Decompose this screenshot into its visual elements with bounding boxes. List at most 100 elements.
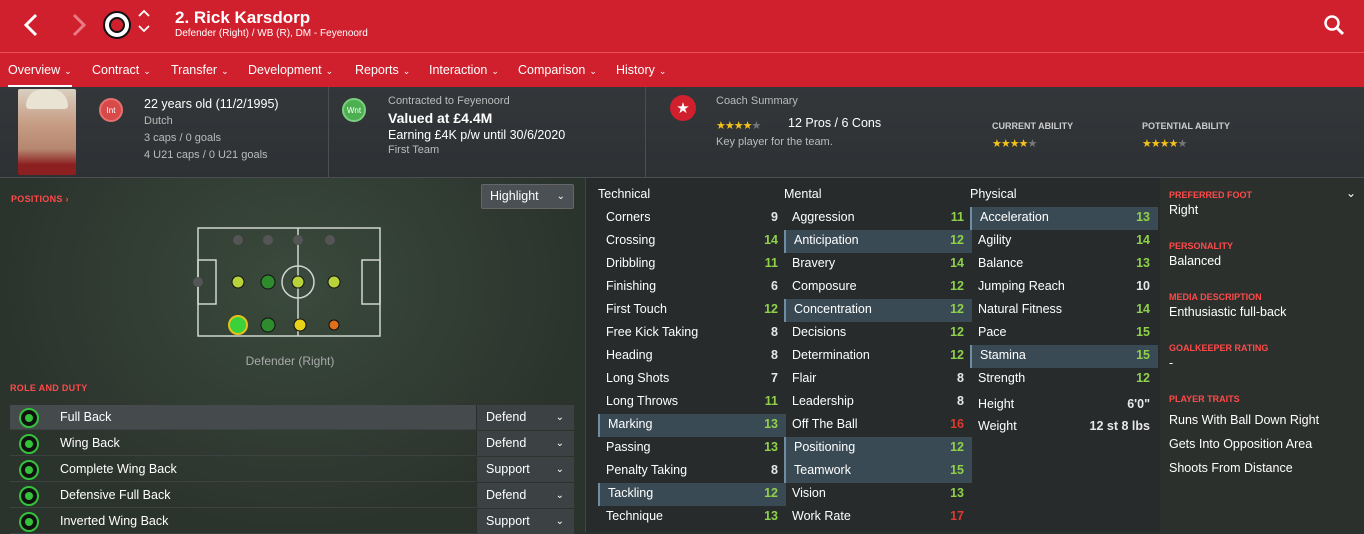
attribute-row-penalty-taking[interactable]: Penalty Taking 8 xyxy=(598,460,786,483)
attribute-row-positioning[interactable]: Positioning 12 xyxy=(784,437,972,460)
attribute-value: 11 xyxy=(764,394,778,408)
attribute-row-agility[interactable]: Agility 14 xyxy=(970,230,1158,253)
role-name: Inverted Wing Back xyxy=(60,514,169,528)
attribute-name: Composure xyxy=(792,279,857,293)
attribute-row-teamwork[interactable]: Teamwork 15 xyxy=(784,460,972,483)
attribute-row-corners[interactable]: Corners 9 xyxy=(598,207,786,230)
attribute-row-marking[interactable]: Marking 13 xyxy=(598,414,786,437)
attribute-row-leadership[interactable]: Leadership 8 xyxy=(784,391,972,414)
attribute-row-strength[interactable]: Strength 12 xyxy=(970,368,1158,391)
attribute-row-balance[interactable]: Balance 13 xyxy=(970,253,1158,276)
attribute-name: Flair xyxy=(792,371,817,385)
attribute-row-work-rate[interactable]: Work Rate 17 xyxy=(784,506,972,529)
attribute-row-crossing[interactable]: Crossing 14 xyxy=(598,230,786,253)
attribute-name: Concentration xyxy=(794,302,872,316)
attribute-name: Determination xyxy=(792,348,870,362)
attribute-row-free-kick-taking[interactable]: Free Kick Taking 8 xyxy=(598,322,786,345)
duty-dropdown[interactable]: Defend ⌄ xyxy=(476,483,574,508)
attribute-row-determination[interactable]: Determination 12 xyxy=(784,345,972,368)
attribute-value: 8 xyxy=(771,325,778,339)
attribute-name: Leadership xyxy=(792,394,854,408)
duty-dropdown[interactable]: Defend ⌄ xyxy=(476,431,574,456)
role-row[interactable]: Inverted Wing Back Support ⌄ xyxy=(10,509,574,534)
chevron-down-icon[interactable]: ⌄ xyxy=(1346,186,1356,200)
attribute-row-pace[interactable]: Pace 15 xyxy=(970,322,1158,345)
player-age: 22 years old (11/2/1995) xyxy=(144,97,279,111)
tab-development[interactable]: Development ⌄ xyxy=(248,53,333,87)
physical-heading: Physical xyxy=(970,187,1017,201)
attribute-row-first-touch[interactable]: First Touch 12 xyxy=(598,299,786,322)
attribute-value: 14 xyxy=(764,233,778,247)
attribute-row-passing[interactable]: Passing 13 xyxy=(598,437,786,460)
squad-status: First Team xyxy=(388,144,440,156)
tab-history[interactable]: History ⌄ xyxy=(616,53,666,87)
attribute-row-bravery[interactable]: Bravery 14 xyxy=(784,253,972,276)
chevron-down-icon: ⌄ xyxy=(555,490,564,501)
tab-contract[interactable]: Contract ⌄ xyxy=(92,53,151,87)
attribute-row-finishing[interactable]: Finishing 6 xyxy=(598,276,786,299)
attribute-row-decisions[interactable]: Decisions 12 xyxy=(784,322,972,345)
attribute-row-anticipation[interactable]: Anticipation 12 xyxy=(784,230,972,253)
attribute-value: 11 xyxy=(950,210,964,224)
player-switch-icon[interactable] xyxy=(137,8,151,42)
attribute-row-concentration[interactable]: Concentration 12 xyxy=(784,299,972,322)
chevron-down-icon: ⌄ xyxy=(143,66,151,76)
star-icon: ★ xyxy=(670,95,696,121)
attribute-row-acceleration[interactable]: Acceleration 13 xyxy=(970,207,1158,230)
role-row[interactable]: Defensive Full Back Defend ⌄ xyxy=(10,483,574,508)
role-row[interactable]: Complete Wing Back Support ⌄ xyxy=(10,457,574,482)
tab-transfer[interactable]: Transfer ⌄ xyxy=(171,53,229,87)
back-arrow-icon[interactable] xyxy=(16,10,46,40)
attribute-row-heading[interactable]: Heading 8 xyxy=(598,345,786,368)
attribute-row-long-shots[interactable]: Long Shots 7 xyxy=(598,368,786,391)
attribute-name: Positioning xyxy=(794,440,856,454)
forward-arrow-icon[interactable] xyxy=(64,10,94,40)
attribute-row-long-throws[interactable]: Long Throws 11 xyxy=(598,391,786,414)
current-ability-label: CURRENT ABILITY xyxy=(992,121,1074,131)
positions-label[interactable]: POSITIONS › xyxy=(11,194,69,204)
attribute-row-composure[interactable]: Composure 12 xyxy=(784,276,972,299)
attribute-row-stamina[interactable]: Stamina 15 xyxy=(970,345,1158,368)
attribute-row-jumping-reach[interactable]: Jumping Reach 10 xyxy=(970,276,1158,299)
chevron-down-icon: ⌄ xyxy=(64,66,72,76)
attribute-row-dribbling[interactable]: Dribbling 11 xyxy=(598,253,786,276)
attribute-value: 8 xyxy=(771,463,778,477)
duty-dropdown[interactable]: Defend ⌄ xyxy=(476,405,574,430)
tab-comparison[interactable]: Comparison ⌄ xyxy=(518,53,597,87)
attribute-name: Aggression xyxy=(792,210,855,224)
duty-dropdown[interactable]: Support ⌄ xyxy=(476,457,574,482)
role-suitability-icon xyxy=(19,434,39,454)
attribute-name: Vision xyxy=(792,486,826,500)
role-row[interactable]: Wing Back Defend ⌄ xyxy=(10,431,574,456)
attribute-value: 13 xyxy=(1136,210,1150,224)
duty-dropdown[interactable]: Support ⌄ xyxy=(476,509,574,534)
chevron-down-icon: ⌄ xyxy=(491,66,499,76)
club-badge-icon[interactable] xyxy=(103,11,131,39)
divider xyxy=(645,87,646,178)
tab-overview[interactable]: Overview ⌄ xyxy=(8,53,72,87)
attribute-name: Marking xyxy=(608,417,653,431)
attribute-row-natural-fitness[interactable]: Natural Fitness 14 xyxy=(970,299,1158,322)
mental-heading: Mental xyxy=(784,187,822,201)
attribute-name: Tackling xyxy=(608,486,654,500)
tab-interaction[interactable]: Interaction ⌄ xyxy=(429,53,499,87)
attribute-row-off-the-ball[interactable]: Off The Ball 16 xyxy=(784,414,972,437)
player-wage: Earning £4K p/w until 30/6/2020 xyxy=(388,128,566,142)
role-suitability-icon xyxy=(19,460,39,480)
attribute-row-vision[interactable]: Vision 13 xyxy=(784,483,972,506)
attribute-value: 14 xyxy=(950,256,964,270)
role-row[interactable]: Full Back Defend ⌄ xyxy=(10,405,574,430)
attribute-row-aggression[interactable]: Aggression 11 xyxy=(784,207,972,230)
player-position: Defender (Right) / WB (R), DM - Feyenoor… xyxy=(175,28,368,39)
attribute-row-flair[interactable]: Flair 8 xyxy=(784,368,972,391)
attribute-value: 8 xyxy=(957,371,964,385)
chevron-down-icon: ⌄ xyxy=(555,516,564,527)
personality: Balanced xyxy=(1169,254,1222,268)
attribute-row-tackling[interactable]: Tackling 12 xyxy=(598,483,786,506)
attribute-name: Teamwork xyxy=(794,463,851,477)
tab-reports[interactable]: Reports ⌄ xyxy=(355,53,410,87)
highlight-dropdown[interactable]: Highlight ⌄ xyxy=(481,184,574,209)
attribute-row-technique[interactable]: Technique 13 xyxy=(598,506,786,529)
potential-ability-label: POTENTIAL ABILITY xyxy=(1142,121,1231,131)
search-icon[interactable] xyxy=(1322,13,1346,37)
